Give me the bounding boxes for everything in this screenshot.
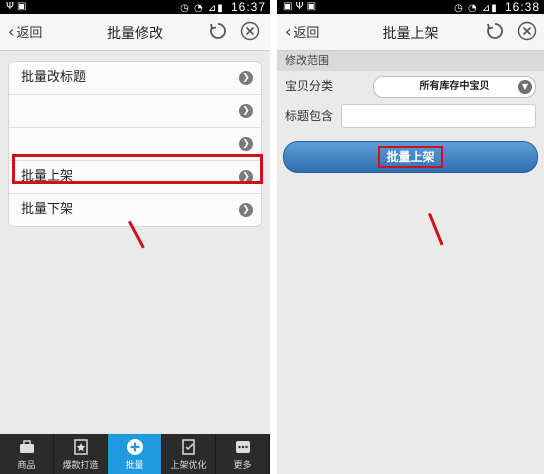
right-screen: ▣ Ψ ▣ ◷ ◔ ⊿▮ 16:38 ‹ 返回 批量上架 修改范围 宝贝分类 所有…	[277, 0, 544, 474]
status-time: 16:38	[504, 0, 540, 14]
category-select[interactable]: 所有库存中宝贝 ▼	[373, 76, 536, 98]
title-filter-input[interactable]	[341, 104, 536, 128]
tab-more[interactable]: 更多	[216, 434, 270, 474]
section-title: 修改范围	[277, 51, 544, 71]
batch-list-button[interactable]: 批量上架	[283, 141, 538, 173]
title-filter-row: 标题包含	[277, 101, 544, 131]
category-row: 宝贝分类 所有库存中宝贝 ▼	[277, 71, 544, 101]
back-button[interactable]: ‹ 返回	[285, 22, 319, 41]
tab-products[interactable]: 商品	[0, 434, 54, 474]
category-label: 宝贝分类	[285, 79, 334, 93]
menu-item-batch-delist[interactable]: 批量下架 ❯	[9, 194, 261, 226]
chevron-right-icon: ❯	[239, 203, 253, 217]
tab-optimize[interactable]: 上架优化	[162, 434, 216, 474]
refresh-icon[interactable]	[208, 21, 228, 41]
chevron-right-icon: ❯	[239, 71, 253, 85]
close-icon[interactable]	[517, 21, 537, 41]
highlight-box	[12, 154, 263, 184]
edit-icon	[181, 439, 195, 455]
status-bar: Ψ ▣ ◷ ◔ ⊿▮ 16:37	[0, 0, 270, 14]
menu-item-label: 批量下架	[21, 202, 74, 217]
status-bar: ▣ Ψ ▣ ◷ ◔ ⊿▮ 16:38	[277, 0, 544, 14]
menu-item-2[interactable]: ❯	[9, 95, 261, 128]
star-icon	[73, 439, 88, 455]
back-button[interactable]: ‹ 返回	[8, 22, 42, 41]
batch-list-button-label: 批量上架	[378, 146, 443, 168]
tab-hot[interactable]: 爆款打造	[54, 434, 108, 474]
left-screen: Ψ ▣ ◷ ◔ ⊿▮ 16:37 ‹ 返回 批量修改 批量改标题 ❯ ❯ ❯ 批量 上…	[0, 0, 270, 474]
chevron-right-icon: ❯	[239, 137, 253, 151]
tab-label: 爆款打造	[62, 461, 99, 471]
back-label: 返回	[293, 26, 320, 41]
plus-circle-icon	[126, 439, 143, 455]
chevron-down-icon: ▼	[518, 80, 532, 94]
chevron-right-icon: ❯	[239, 104, 253, 118]
title-filter-label: 标题包含	[285, 109, 334, 123]
chevron-left-icon: ‹	[285, 22, 292, 41]
tab-label: 上架优化	[170, 461, 207, 471]
tab-bar: 商品 爆款打造 批量 上架优化 更多	[0, 434, 270, 474]
tab-batch[interactable]: 批量	[108, 434, 162, 474]
menu-item-batch-title[interactable]: 批量改标题 ❯	[9, 62, 261, 95]
nav-bar: ‹ 返回 批量修改	[0, 14, 270, 51]
menu-item-label: 批量改标题	[21, 70, 87, 85]
status-time: 16:37	[230, 0, 266, 14]
tab-label: 批量	[125, 461, 144, 471]
batch-menu: 批量改标题 ❯ ❯ ❯ 批量上架 ❯ 批量下架 ❯	[8, 61, 262, 227]
refresh-icon[interactable]	[485, 21, 505, 41]
image-icon: ▣ Ψ ▣	[283, 1, 317, 12]
more-icon	[235, 441, 250, 453]
annotation-arrow	[428, 212, 444, 246]
tab-label: 更多	[233, 461, 252, 471]
tab-label: 商品	[17, 461, 36, 471]
back-label: 返回	[16, 26, 43, 41]
chevron-left-icon: ‹	[8, 22, 15, 41]
briefcase-icon	[19, 440, 34, 453]
usb-icon: Ψ ▣	[6, 1, 27, 12]
nav-bar: ‹ 返回 批量上架	[277, 14, 544, 51]
close-icon[interactable]	[240, 21, 260, 41]
category-value: 所有库存中宝贝	[419, 81, 490, 92]
